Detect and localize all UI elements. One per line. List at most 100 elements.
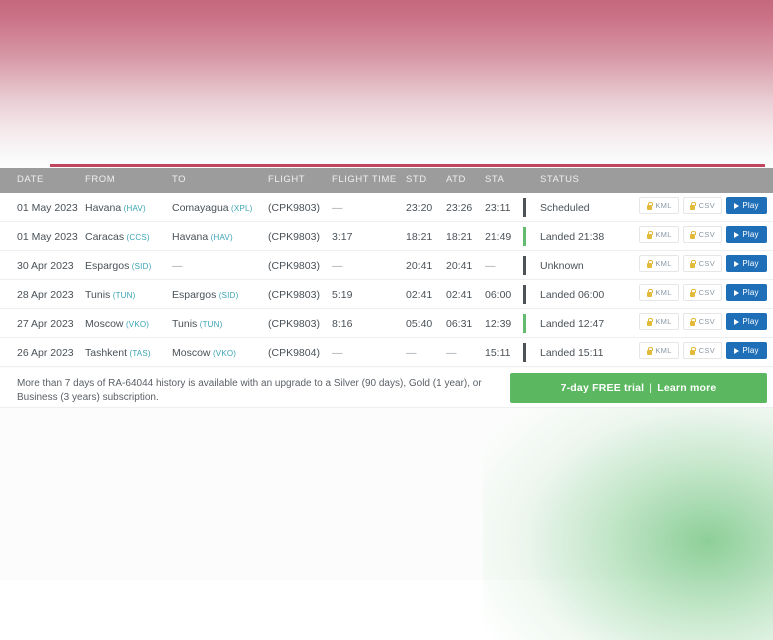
cell-to-iata-code: (TUN) <box>197 320 222 329</box>
upgrade-message: More than 7 days of RA-64044 history is … <box>17 377 487 405</box>
cell-sta: 21:49 <box>485 231 511 243</box>
cell-flight-time: 5:19 <box>332 289 352 301</box>
table-row[interactable]: 27 Apr 2023Moscow (VKO)Tunis (TUN)(CPK98… <box>0 309 773 338</box>
status-indicator-bar <box>523 256 526 275</box>
cell-status: Scheduled <box>540 202 590 214</box>
kml-download-button[interactable]: KML <box>639 255 678 272</box>
kml-download-button-label: KML <box>655 230 671 239</box>
column-header-flight-time[interactable]: FLIGHT TIME <box>332 174 397 185</box>
cell-atd: 23:26 <box>446 202 472 214</box>
play-button[interactable]: Play <box>726 313 767 330</box>
row-actions: KML CSV Play <box>639 284 767 301</box>
kml-download-button-label: KML <box>655 317 671 326</box>
column-header-status[interactable]: STATUS <box>540 174 579 185</box>
lock-icon <box>646 347 652 355</box>
play-button[interactable]: Play <box>726 342 767 359</box>
column-header-date[interactable]: DATE <box>17 174 44 185</box>
cell-from: Espargos (SID) <box>85 260 151 272</box>
cell-flight: (CPK9803) <box>268 231 320 243</box>
cell-std: 02:41 <box>406 289 432 301</box>
csv-download-button[interactable]: CSV <box>683 255 722 272</box>
row-actions: KML CSV Play <box>639 197 767 214</box>
lock-icon <box>690 202 696 210</box>
cell-from-iata-code: (SID) <box>129 262 151 271</box>
table-row[interactable]: 30 Apr 2023Espargos (SID)—(CPK9803)—20:4… <box>0 251 773 280</box>
csv-download-button[interactable]: CSV <box>683 313 722 330</box>
table-accent-line <box>50 164 765 167</box>
cell-status: Unknown <box>540 260 584 272</box>
table-body: 01 May 2023Havana (HAV)Comayagua (XPL)(C… <box>0 193 773 367</box>
lock-icon <box>646 231 652 239</box>
cell-date: 01 May 2023 <box>17 202 78 214</box>
kml-download-button[interactable]: KML <box>639 284 678 301</box>
cell-sta: — <box>485 260 496 272</box>
lock-icon <box>690 260 696 268</box>
csv-download-button[interactable]: CSV <box>683 342 722 359</box>
play-button[interactable]: Play <box>726 226 767 243</box>
status-indicator-bar <box>523 343 526 362</box>
cell-from-iata-code: (CCS) <box>124 233 150 242</box>
kml-download-button[interactable]: KML <box>639 313 678 330</box>
cell-to-iata-code: (HAV) <box>208 233 233 242</box>
cell-from: Tashkent (TAS) <box>85 347 151 359</box>
cell-to-iata-code: (SID) <box>216 291 238 300</box>
lock-icon <box>690 347 696 355</box>
cell-std: 20:41 <box>406 260 432 272</box>
kml-download-button[interactable]: KML <box>639 197 678 214</box>
cell-from-iata-code: (TAS) <box>127 349 151 358</box>
play-button[interactable]: Play <box>726 255 767 272</box>
cell-flight: (CPK9803) <box>268 260 320 272</box>
status-indicator-bar <box>523 285 526 304</box>
cell-atd: 06:31 <box>446 318 472 330</box>
play-icon <box>734 319 739 325</box>
cell-date: 27 Apr 2023 <box>17 318 74 330</box>
lock-icon <box>646 289 652 297</box>
cell-status: Landed 21:38 <box>540 231 604 243</box>
cell-std: — <box>406 347 417 359</box>
kml-download-button-label: KML <box>655 201 671 210</box>
cell-flight-time: 3:17 <box>332 231 352 243</box>
csv-download-button[interactable]: CSV <box>683 226 722 243</box>
cell-std: 18:21 <box>406 231 432 243</box>
column-header-std[interactable]: STD <box>406 174 427 185</box>
play-button[interactable]: Play <box>726 197 767 214</box>
column-header-from[interactable]: FROM <box>85 174 115 185</box>
table-header-row: DATE FROM TO FLIGHT FLIGHT TIME STD ATD … <box>0 168 773 193</box>
cell-std: 23:20 <box>406 202 432 214</box>
cell-to: — <box>172 260 183 272</box>
play-icon <box>734 290 739 296</box>
table-row[interactable]: 01 May 2023Havana (HAV)Comayagua (XPL)(C… <box>0 193 773 222</box>
status-indicator-bar <box>523 227 526 246</box>
cell-flight-time: — <box>332 202 343 214</box>
column-header-flight[interactable]: FLIGHT <box>268 174 305 185</box>
csv-download-button-label: CSV <box>699 230 715 239</box>
cell-flight-time: 8:16 <box>332 318 352 330</box>
csv-download-button[interactable]: CSV <box>683 284 722 301</box>
play-button-label: Play <box>742 230 758 239</box>
table-row[interactable]: 28 Apr 2023Tunis (TUN)Espargos (SID)(CPK… <box>0 280 773 309</box>
cell-date: 26 Apr 2023 <box>17 347 74 359</box>
column-header-to[interactable]: TO <box>172 174 186 185</box>
csv-download-button[interactable]: CSV <box>683 197 722 214</box>
lock-icon <box>646 260 652 268</box>
cta-separator: | <box>649 382 652 394</box>
play-icon <box>734 232 739 238</box>
kml-download-button-label: KML <box>655 346 671 355</box>
csv-download-button-label: CSV <box>699 201 715 210</box>
kml-download-button[interactable]: KML <box>639 226 678 243</box>
cell-flight-time: — <box>332 260 343 272</box>
cta-secondary-label: Learn more <box>657 382 716 394</box>
table-row[interactable]: 26 Apr 2023Tashkent (TAS)Moscow (VKO)(CP… <box>0 338 773 367</box>
free-trial-cta-button[interactable]: 7-day FREE trial | Learn more <box>510 373 767 403</box>
cell-date: 28 Apr 2023 <box>17 289 74 301</box>
cta-primary-label: 7-day FREE trial <box>561 382 645 394</box>
column-header-sta[interactable]: STA <box>485 174 504 185</box>
play-button[interactable]: Play <box>726 284 767 301</box>
csv-download-button-label: CSV <box>699 288 715 297</box>
kml-download-button[interactable]: KML <box>639 342 678 359</box>
csv-download-button-label: CSV <box>699 259 715 268</box>
cell-flight-time: — <box>332 347 343 359</box>
cell-from: Caracas (CCS) <box>85 231 150 243</box>
table-row[interactable]: 01 May 2023Caracas (CCS)Havana (HAV)(CPK… <box>0 222 773 251</box>
column-header-atd[interactable]: ATD <box>446 174 466 185</box>
